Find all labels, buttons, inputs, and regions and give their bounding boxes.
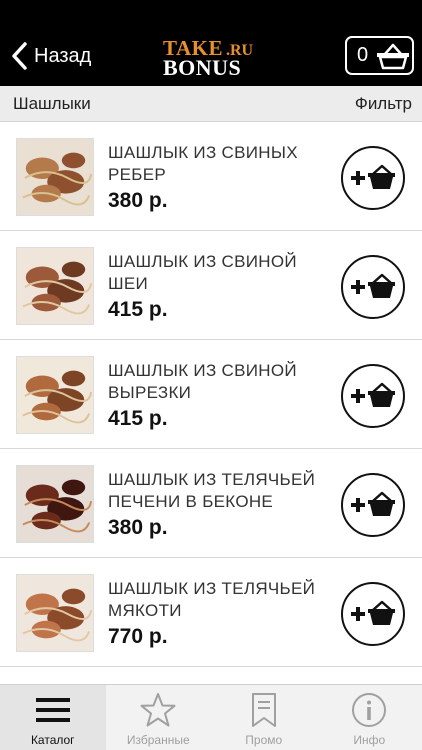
add-to-cart-button[interactable] [341,255,405,319]
app-header: Назад TAKE .RU BONUS 0 [0,0,422,86]
add-to-cart-button[interactable] [341,364,405,428]
product-list: ШАШЛЫК ИЗ СВИНЫХ РЕБЕР 380 р. ШАШЛЫК ИЗ СВ… [0,122,422,667]
product-row[interactable]: ШАШЛЫК ИЗ СВИНОЙ ШЕИ 415 р. [0,231,422,340]
product-row[interactable]: ШАШЛЫК ИЗ СВИНЫХ РЕБЕР 380 р. [0,122,422,231]
category-title: Шашлыки [13,94,91,113]
add-basket-icon [351,491,395,516]
add-to-cart-button[interactable] [341,582,405,646]
chevron-left-icon [12,42,27,70]
product-thumbnail [16,138,94,216]
product-price: 380 р. [108,516,168,539]
category-bar: Шашлыки Фильтр [0,86,422,122]
basket-icon [377,43,410,69]
add-to-cart-button[interactable] [341,473,405,537]
back-label: Назад [34,44,92,67]
product-name: ШАШЛЫК ИЗ ТЕЛЯЧЬЕЙ ПЕЧЕНИ В БЕКОНЕ [108,470,316,511]
tab-label: Каталог [30,733,75,747]
logo-bonus: BONUS [163,55,242,80]
tab-favorites[interactable]: Избранные [106,685,212,750]
back-button[interactable]: Назад [10,36,91,76]
filter-button[interactable]: Фильтр [355,94,412,114]
tab-label: Избранные [126,733,190,747]
product-thumbnail [16,574,94,652]
product-row[interactable]: ШАШЛЫК ИЗ ТЕЛЯЧЬЕЙ МЯКОТИ 770 р. [0,558,422,667]
tab-promo[interactable]: Промо [211,685,317,750]
add-basket-icon [351,382,395,407]
tab-label: Промо [245,733,283,747]
product-name: ШАШЛЫК ИЗ СВИНОЙ ШЕИ [108,252,297,293]
info-icon [349,691,389,729]
tab-info[interactable]: Инфо [317,685,422,750]
add-to-cart-button[interactable] [341,146,405,210]
tab-label: Инфо [353,733,386,747]
tab-bar: Каталог Избранные Промо Инфо [0,684,422,750]
app-logo: TAKE .RU BONUS [163,36,263,80]
cart-button[interactable]: 0 [345,36,414,75]
product-row[interactable]: ШАШЛЫК ИЗ ТЕЛЯЧЬЕЙ ПЕЧЕНИ В БЕКОНЕ 380 р. [0,449,422,558]
product-name: ШАШЛЫК ИЗ ТЕЛЯЧЬЕЙ МЯКОТИ [108,579,316,620]
product-thumbnail [16,465,94,543]
product-price: 380 р. [108,189,168,212]
cart-count: 0 [357,44,369,66]
product-thumbnail [16,247,94,325]
menu-icon [33,691,73,729]
product-price: 415 р. [108,298,168,321]
add-basket-icon [351,273,395,298]
product-thumbnail [16,356,94,434]
tab-catalog[interactable]: Каталог [0,685,106,750]
add-basket-icon [351,164,395,189]
product-name: ШАШЛЫК ИЗ СВИНОЙ ВЫРЕЗКИ [108,361,297,402]
star-icon [138,691,178,729]
product-price: 770 р. [108,625,168,648]
product-name: ШАШЛЫК ИЗ СВИНЫХ РЕБЕР [108,143,298,184]
bookmark-icon [244,691,284,729]
product-row[interactable]: ШАШЛЫК ИЗ СВИНОЙ ВЫРЕЗКИ 415 р. [0,340,422,449]
add-basket-icon [351,600,395,625]
product-price: 415 р. [108,407,168,430]
